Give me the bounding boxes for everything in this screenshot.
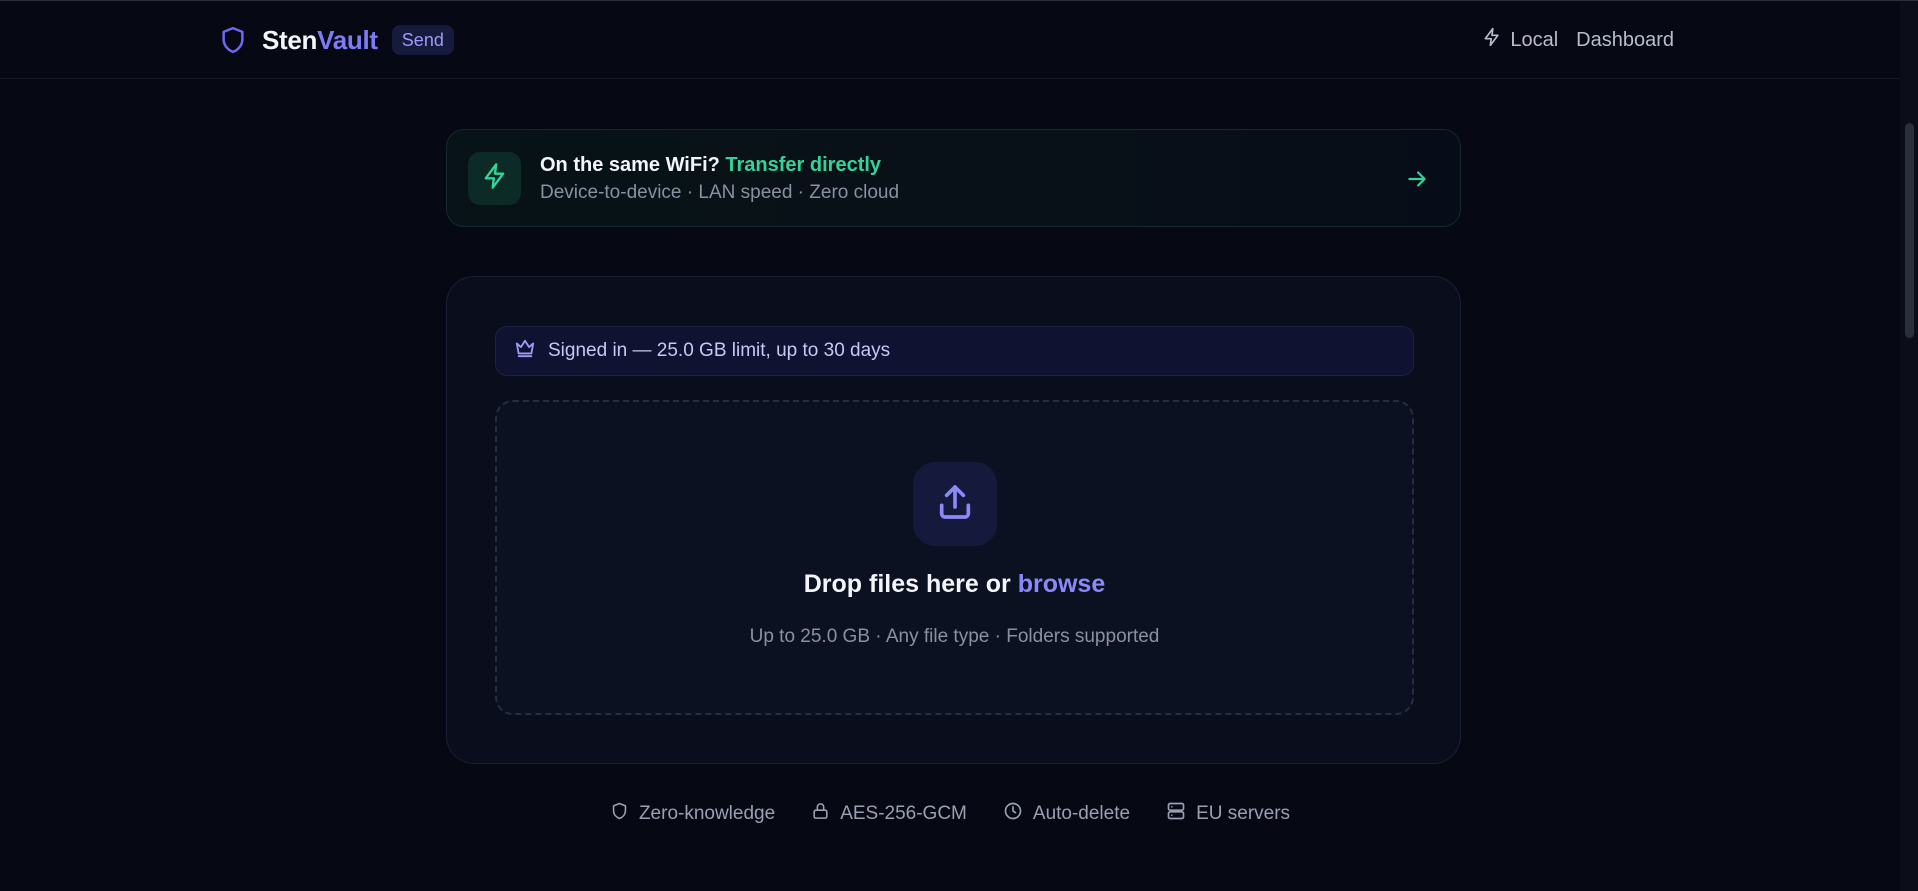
- shield-logo-icon: [216, 21, 250, 59]
- feature-eu-servers: EU servers: [1166, 801, 1290, 827]
- feature-label: EU servers: [1196, 803, 1291, 824]
- feature-zero-knowledge: Zero-knowledge: [610, 801, 775, 827]
- nav-dashboard-label: Dashboard: [1576, 28, 1674, 51]
- signed-in-notice: Signed in — 25.0 GB limit, up to 30 days: [495, 326, 1414, 376]
- send-badge: Send: [391, 25, 454, 55]
- wifi-banner-subtitle: Device-to-device · LAN speed · Zero clou…: [540, 182, 900, 203]
- drop-text: Drop files here or: [803, 570, 1011, 598]
- feature-auto-delete: Auto-delete: [1003, 801, 1130, 827]
- drop-hint: Up to 25.0 GB · Any file type · Folders …: [749, 626, 1160, 647]
- scrollbar-thumb[interactable]: [1905, 123, 1914, 338]
- browse-link[interactable]: browse: [1018, 570, 1106, 598]
- page-scrollbar[interactable]: [1900, 1, 1918, 891]
- feature-label: AES-256-GCM: [840, 803, 967, 824]
- wifi-transfer-banner[interactable]: On the same WiFi? Transfer directly Devi…: [446, 129, 1461, 227]
- wifi-banner-title: On the same WiFi? Transfer directly: [540, 154, 881, 177]
- top-header: StenVault Send Local Dashboard: [0, 1, 1900, 79]
- lightning-icon: [1482, 26, 1502, 54]
- feature-label: Zero-knowledge: [638, 803, 776, 824]
- lightning-icon: [481, 162, 509, 195]
- nav-dashboard-link[interactable]: Dashboard: [1576, 29, 1674, 52]
- clock-icon: [1003, 801, 1023, 827]
- signed-in-text: Signed in — 25.0 GB limit, up to 30 days: [548, 340, 891, 361]
- brand-name-part2: Vault: [317, 24, 378, 55]
- brand-name-part1: Sten: [262, 24, 318, 55]
- crown-icon: [514, 338, 536, 364]
- shield-icon: [610, 801, 629, 827]
- brand-logo[interactable]: StenVault Send: [216, 21, 454, 59]
- upload-icon-box: [913, 462, 997, 546]
- drop-title: Drop files here or browse: [497, 570, 1412, 599]
- feature-label: Auto-delete: [1032, 803, 1131, 824]
- top-nav: Local Dashboard: [1482, 21, 1674, 59]
- file-dropzone[interactable]: Drop files here or browse Up to 25.0 GB …: [495, 400, 1414, 715]
- wifi-lightning-icon-box: [468, 152, 521, 205]
- brand-name: StenVault: [262, 25, 378, 56]
- lock-icon: [811, 801, 830, 827]
- upload-icon: [935, 482, 975, 527]
- feature-list: Zero-knowledge AES-256-GCM Auto-delete E…: [0, 801, 1900, 827]
- nav-local-label: Local: [1510, 28, 1559, 51]
- wifi-banner-highlight: Transfer directly: [725, 154, 882, 176]
- nav-local-link[interactable]: Local: [1482, 26, 1558, 54]
- arrow-right-icon: [1404, 166, 1430, 192]
- wifi-banner-question: On the same WiFi?: [540, 154, 720, 176]
- upload-card: Signed in — 25.0 GB limit, up to 30 days…: [446, 276, 1461, 764]
- server-icon: [1166, 801, 1186, 827]
- feature-aes: AES-256-GCM: [811, 801, 967, 827]
